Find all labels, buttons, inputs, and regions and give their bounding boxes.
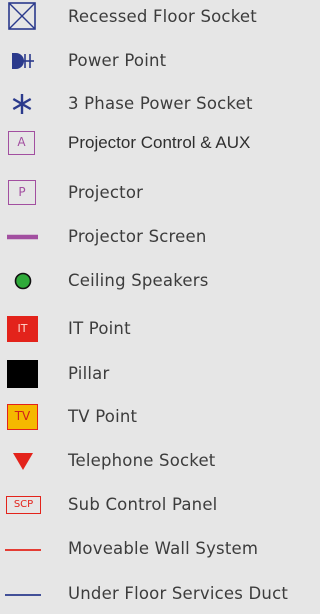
legend-label: Power Point — [68, 51, 167, 70]
legend-label: Pillar — [68, 364, 110, 383]
legend-item-it-point: IT IT Point — [0, 313, 311, 345]
moveable-wall-line-icon — [4, 533, 42, 565]
legend-item-pillar: Pillar — [0, 358, 311, 390]
legend-item-telephone-socket: Telephone Socket — [0, 445, 311, 477]
legend-item-recessed-floor-socket: Recessed Floor Socket — [0, 1, 311, 33]
three-phase-asterisk-icon — [4, 88, 42, 120]
legend-label: Projector Control & AUX — [68, 133, 251, 152]
legend-label: 3 Phase Power Socket — [68, 94, 253, 113]
legend-label: Telephone Socket — [68, 451, 216, 470]
legend: Recessed Floor Socket Power Point 3 Phas… — [0, 0, 311, 604]
legend-item-under-floor-services-duct: Under Floor Services Duct — [0, 578, 311, 610]
ceiling-speaker-circle-icon — [4, 265, 42, 297]
legend-item-power-point: Power Point — [0, 45, 311, 77]
legend-label: TV Point — [68, 407, 138, 426]
legend-item-projector-control-aux: A Projector Control & AUX — [0, 127, 311, 159]
under-floor-duct-line-icon — [4, 578, 42, 610]
legend-label: IT Point — [68, 319, 131, 338]
projector-screen-bar-icon — [4, 221, 42, 253]
legend-label: Sub Control Panel — [68, 495, 218, 514]
power-point-icon — [4, 45, 42, 77]
legend-item-ceiling-speakers: Ceiling Speakers — [0, 265, 311, 297]
projector-glyph: P — [8, 180, 36, 205]
tv-point-box-icon: TV — [4, 401, 42, 433]
legend-item-projector-screen: Projector Screen — [0, 221, 311, 253]
telephone-triangle-icon — [4, 445, 42, 477]
legend-label: Recessed Floor Socket — [68, 7, 257, 26]
tv-point-glyph: TV — [7, 404, 38, 430]
projector-control-box-icon: A — [4, 127, 42, 159]
it-point-box-icon: IT — [4, 313, 42, 345]
legend-item-moveable-wall-system: Moveable Wall System — [0, 533, 311, 565]
projector-control-glyph: A — [8, 131, 35, 155]
it-point-glyph: IT — [7, 316, 38, 342]
legend-item-3-phase-power-socket: 3 Phase Power Socket — [0, 88, 311, 120]
legend-item-tv-point: TV TV Point — [0, 401, 311, 433]
legend-label: Ceiling Speakers — [68, 271, 209, 290]
projector-box-icon: P — [4, 177, 42, 209]
legend-item-sub-control-panel: SCP Sub Control Panel — [0, 489, 311, 521]
legend-label: Under Floor Services Duct — [68, 584, 289, 603]
recessed-floor-socket-icon — [4, 1, 42, 33]
legend-label: Projector — [68, 183, 144, 202]
pillar-square-icon — [4, 358, 42, 390]
sub-control-panel-glyph: SCP — [6, 496, 41, 514]
sub-control-panel-box-icon: SCP — [4, 489, 42, 521]
legend-label: Projector Screen — [68, 227, 207, 246]
legend-label: Moveable Wall System — [68, 539, 259, 558]
legend-item-projector: P Projector — [0, 177, 311, 209]
